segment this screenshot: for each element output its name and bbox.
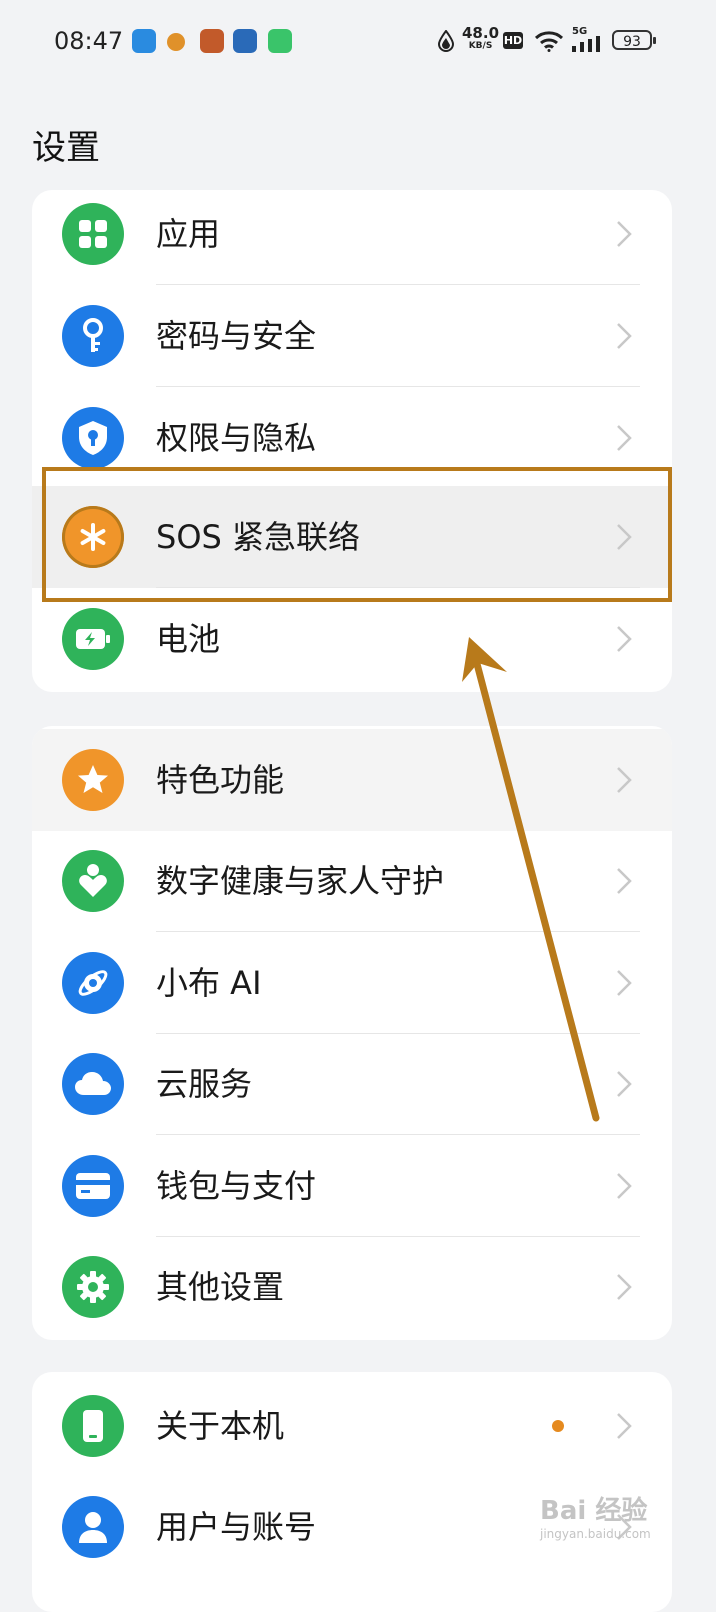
watermark-sub: jingyan.baidu.com — [540, 1527, 651, 1541]
watermark-text: Bai 经验 — [540, 1496, 648, 1526]
annotation-arrow — [462, 637, 600, 1122]
watermark: Bai 经验 jingyan.baidu.com — [540, 1490, 651, 1541]
